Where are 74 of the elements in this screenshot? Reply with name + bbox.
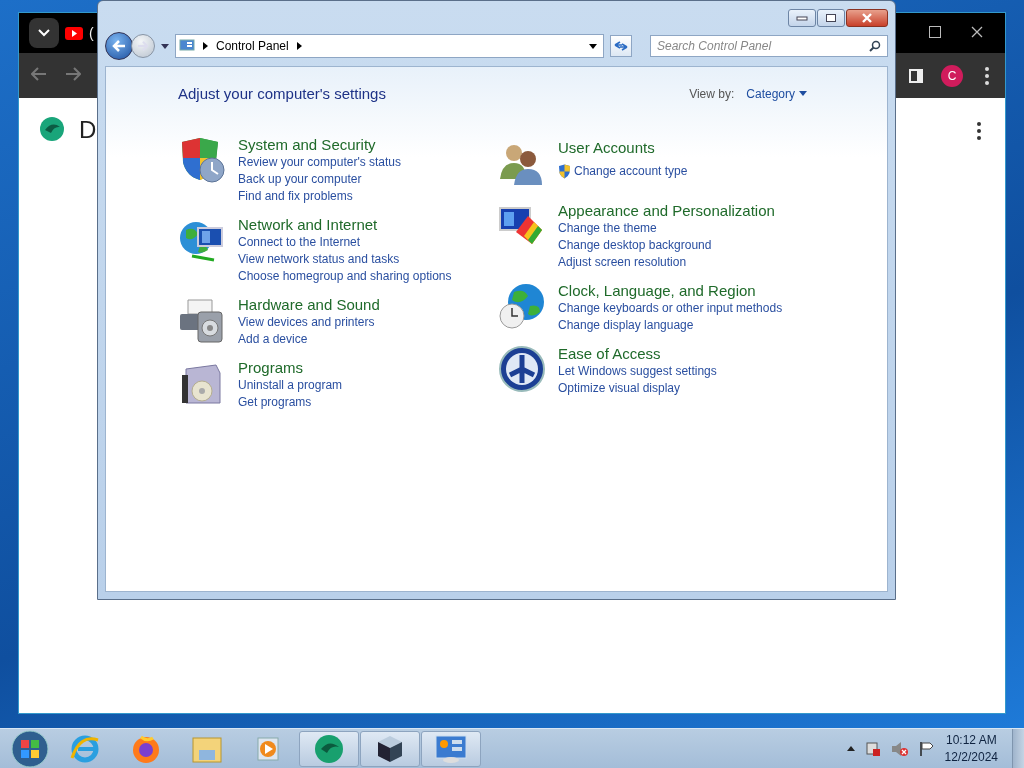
task-link[interactable]: Connect to the Internet — [238, 234, 361, 251]
arrow-right-icon — [137, 41, 149, 51]
chevron-down-icon — [38, 29, 50, 37]
network-error-icon[interactable] — [864, 740, 881, 757]
page-heading: Adjust your computer's settings — [178, 85, 386, 102]
maximize-button[interactable] — [817, 9, 845, 27]
refresh-icon — [614, 40, 628, 52]
maximize-icon — [929, 26, 941, 38]
maximize-icon — [825, 13, 837, 23]
task-link[interactable]: Uninstall a program — [238, 377, 343, 394]
category-title[interactable]: User Accounts — [558, 139, 655, 157]
task-link[interactable]: View devices and printers — [238, 314, 375, 331]
globe-clock-icon — [498, 282, 546, 330]
show-hidden-icons-button[interactable] — [846, 746, 855, 751]
refresh-button[interactable] — [610, 35, 632, 57]
view-by-dropdown[interactable]: Category — [746, 86, 807, 101]
tab-title[interactable]: ( — [89, 25, 94, 41]
minimize-icon — [796, 15, 808, 21]
task-link[interactable]: Change account type — [558, 161, 688, 181]
fox-globe-icon[interactable] — [131, 733, 161, 764]
caret-icon — [799, 91, 807, 96]
close-icon — [971, 26, 983, 38]
close-icon — [861, 13, 873, 23]
taskbar-button[interactable] — [299, 730, 359, 767]
control-panel-icon — [179, 39, 195, 53]
category-title[interactable]: Programs — [238, 359, 304, 377]
search-field[interactable]: Search Control Panel — [650, 35, 888, 57]
back-button[interactable] — [105, 32, 133, 60]
category-title[interactable]: Clock, Language, and Region — [558, 282, 756, 300]
search-icon — [869, 40, 881, 52]
accessibility-icon — [498, 345, 546, 393]
task-link[interactable]: Change the theme — [558, 220, 657, 237]
dropdown-icon[interactable] — [589, 43, 597, 49]
task-link[interactable]: Change desktop background — [558, 237, 712, 254]
task-link[interactable]: Choose homegroup and sharing options — [238, 268, 452, 285]
control-panel-icon[interactable] — [434, 733, 468, 764]
breadcrumb-item[interactable]: Control Panel — [216, 39, 289, 53]
video-play-icon — [65, 26, 83, 40]
category-title[interactable]: System and Security — [238, 136, 376, 154]
task-link[interactable]: View network status and tasks — [238, 251, 400, 268]
task-link[interactable]: Optimize visual display — [558, 380, 681, 397]
close-button[interactable] — [846, 9, 888, 27]
arrow-left-icon — [112, 40, 126, 52]
task-link[interactable]: Add a device — [238, 331, 308, 348]
task-link[interactable]: Change keyboards or other input methods — [558, 300, 783, 317]
dropdown-icon[interactable] — [161, 43, 169, 49]
task-link[interactable]: Get programs — [238, 394, 312, 411]
shield-icon — [558, 163, 571, 179]
category-title[interactable]: Appearance and Personalization — [558, 202, 775, 220]
task-link[interactable]: Change display language — [558, 317, 694, 334]
task-link[interactable]: Let Windows suggest settings — [558, 363, 717, 380]
taskbar-button[interactable] — [360, 730, 420, 767]
address-bar[interactable]: Control Panel — [175, 34, 604, 58]
category-title[interactable]: Network and Internet — [238, 216, 378, 234]
chevron-icon[interactable] — [203, 42, 208, 50]
tab-search-button[interactable] — [29, 18, 59, 48]
view-by-label: View by: — [689, 86, 735, 101]
flag-icon[interactable] — [918, 740, 935, 757]
page-heading: D — [79, 116, 97, 144]
category-title[interactable]: Ease of Access — [558, 345, 661, 363]
task-link[interactable]: Find and fix problems — [238, 188, 353, 205]
clock[interactable]: 10:12 AM 12/2/2024 — [944, 731, 998, 766]
chevron-icon[interactable] — [296, 42, 302, 50]
app-logo-icon — [39, 116, 65, 142]
muted-speaker-icon[interactable] — [890, 740, 909, 757]
profile-avatar[interactable]: C — [941, 64, 963, 87]
category-title[interactable]: Hardware and Sound — [238, 296, 380, 314]
task-link[interactable]: Review your computer's status — [238, 154, 402, 171]
cube-icon[interactable] — [375, 733, 405, 764]
task-link[interactable]: Back up your computer — [238, 171, 362, 188]
side-panel-icon[interactable] — [909, 68, 923, 83]
printer-speaker-icon — [178, 296, 226, 344]
task-link[interactable]: Adjust screen resolution — [558, 254, 687, 271]
app-logo-icon[interactable] — [313, 732, 345, 765]
